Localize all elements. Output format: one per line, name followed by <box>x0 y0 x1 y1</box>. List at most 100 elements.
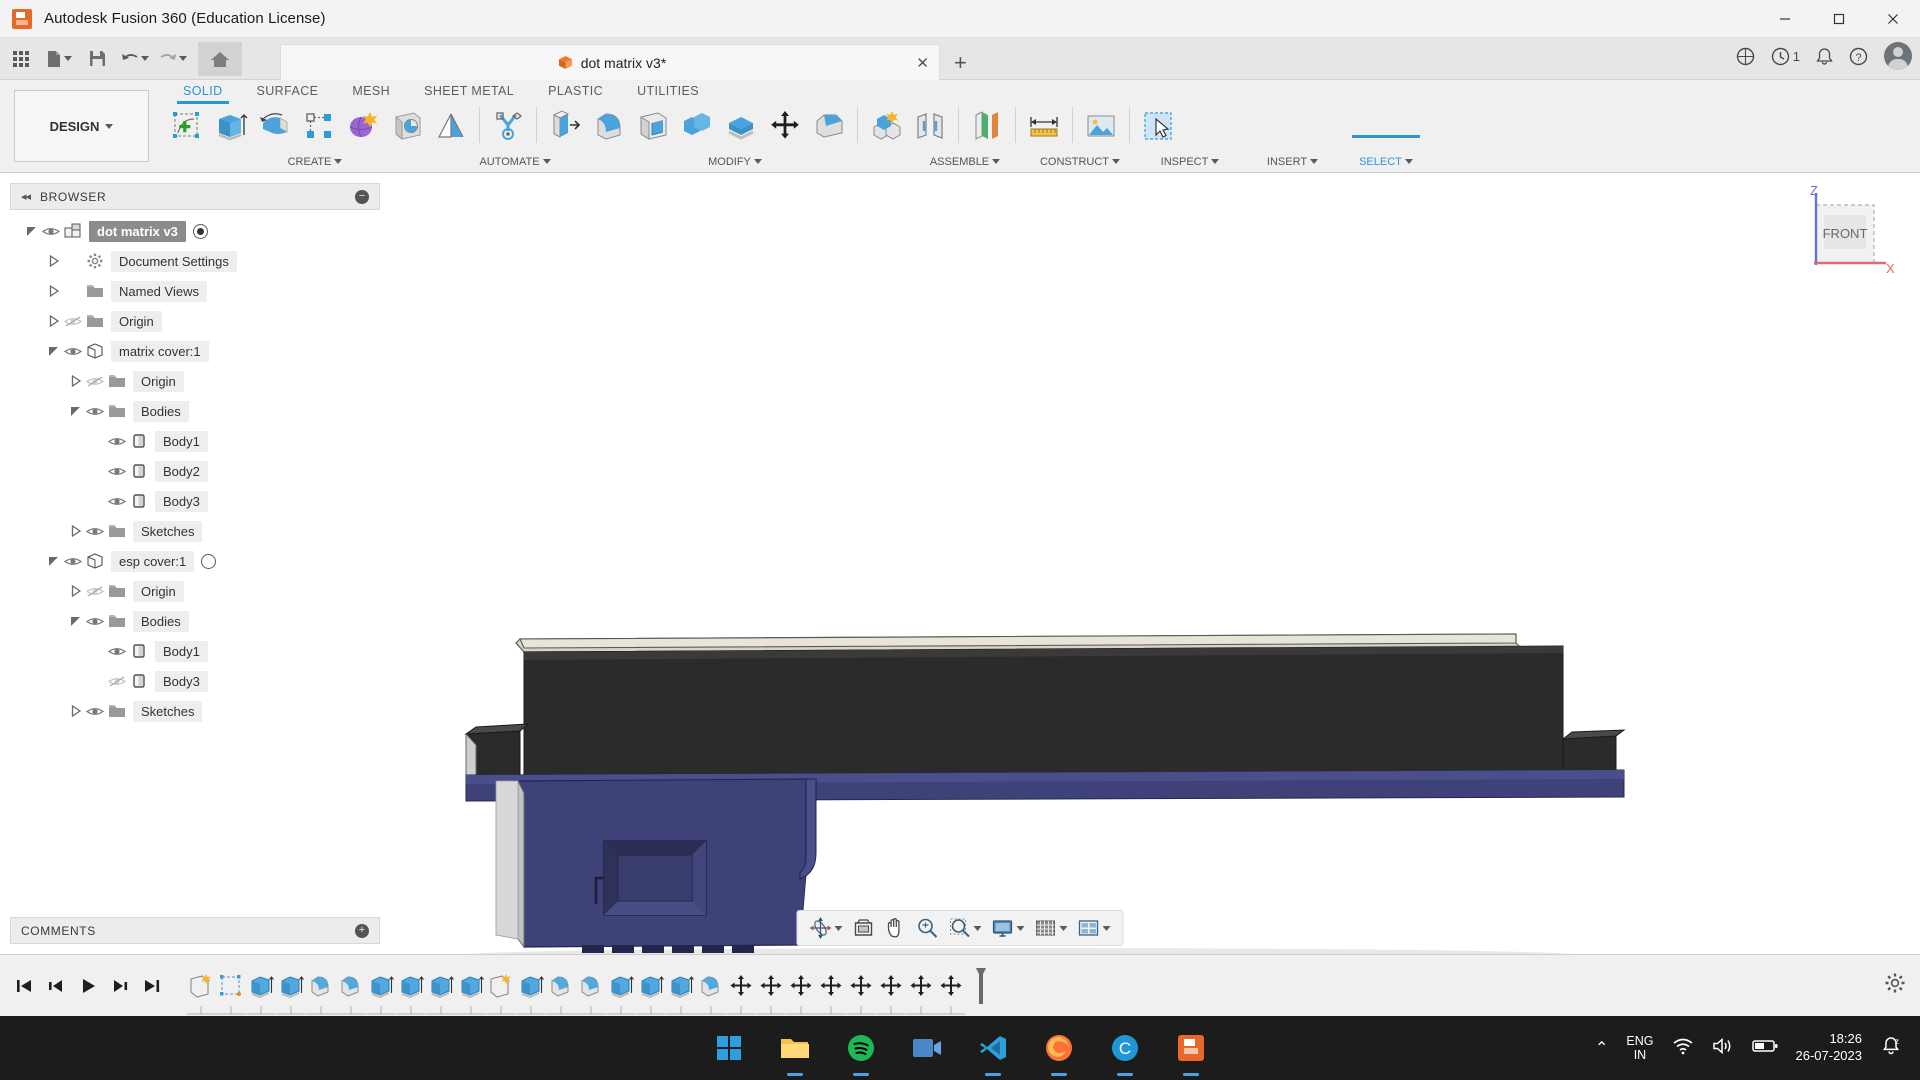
tree-item-origin[interactable]: Origin <box>10 366 380 396</box>
twisty-expanded-icon[interactable] <box>46 343 62 359</box>
timeline-feature-move[interactable] <box>876 966 906 1006</box>
timeline-features[interactable] <box>186 966 996 1006</box>
timeline-feature-extrude[interactable] <box>396 966 426 1006</box>
fusion360-icon[interactable] <box>1171 1028 1211 1068</box>
panel-label-construct[interactable]: CONSTRUCT <box>1025 156 1135 168</box>
eye-visible-icon[interactable] <box>106 493 128 509</box>
twisty-collapsed-icon[interactable] <box>68 703 84 719</box>
chevron-down-icon[interactable] <box>1060 926 1068 931</box>
automate-icon[interactable] <box>486 104 530 148</box>
panel-label-automate[interactable]: AUTOMATE <box>465 156 565 168</box>
chevron-down-icon[interactable] <box>64 56 72 61</box>
select-icon[interactable] <box>1136 104 1180 148</box>
tree-item-body2[interactable]: Body2 <box>10 456 380 486</box>
add-tab-button[interactable]: + <box>954 50 967 76</box>
tab-sheet-metal[interactable]: SHEET METAL <box>424 84 514 101</box>
revolve-icon[interactable] <box>253 104 297 148</box>
eye-visible-icon[interactable] <box>62 553 84 569</box>
avatar[interactable] <box>1884 42 1912 70</box>
timeline-feature-extrude[interactable] <box>606 966 636 1006</box>
eye-hidden-icon[interactable] <box>62 313 84 329</box>
create-base-feature-icon[interactable] <box>385 104 429 148</box>
extrude-icon[interactable] <box>209 104 253 148</box>
timeline-feature-move[interactable] <box>846 966 876 1006</box>
eye-visible-icon[interactable] <box>106 643 128 659</box>
tree-item-sketches[interactable]: Sketches <box>10 696 380 726</box>
twisty-collapsed-icon[interactable] <box>68 523 84 539</box>
tab-utilities[interactable]: UTILITIES <box>637 84 699 101</box>
spotify-icon[interactable] <box>841 1028 881 1068</box>
chevron-down-icon[interactable] <box>1017 926 1025 931</box>
maximize-button[interactable] <box>1812 0 1866 38</box>
tree-item-matrix-cover-1[interactable]: matrix cover:1 <box>10 336 380 366</box>
job-status-icon[interactable]: 1 <box>1771 47 1800 66</box>
step-back-icon[interactable] <box>40 966 72 1006</box>
eye-visible-icon[interactable] <box>84 703 106 719</box>
eye-hidden-icon[interactable] <box>84 583 106 599</box>
tree-item-document-settings[interactable]: Document Settings <box>10 246 380 276</box>
timeline-feature-extrude[interactable] <box>516 966 546 1006</box>
timeline-feature-extrude[interactable] <box>426 966 456 1006</box>
go-to-end-icon[interactable] <box>136 966 168 1006</box>
timeline-feature-fillet[interactable] <box>336 966 366 1006</box>
twisty-collapsed-icon[interactable] <box>46 283 62 299</box>
step-forward-icon[interactable] <box>104 966 136 1006</box>
go-to-start-icon[interactable] <box>8 966 40 1006</box>
twisty-collapsed-icon[interactable] <box>46 313 62 329</box>
viewport-canvas[interactable]: ◂◂ BROWSER − dot matrix v3Document Setti… <box>0 173 1920 954</box>
document-tab[interactable]: dot matrix v3* ✕ <box>280 44 940 80</box>
volume-icon[interactable] <box>1712 1037 1734 1060</box>
display-settings-icon[interactable] <box>988 913 1029 943</box>
timeline-feature-move[interactable] <box>906 966 936 1006</box>
extension-icon[interactable] <box>1736 47 1755 66</box>
chevron-down-icon[interactable] <box>974 926 982 931</box>
tree-item-origin[interactable]: Origin <box>10 576 380 606</box>
timeline-feature-extrude[interactable] <box>246 966 276 1006</box>
timeline-feature-sketch[interactable] <box>216 966 246 1006</box>
panel-label-modify[interactable]: MODIFY <box>565 156 905 168</box>
collapse-left-icon[interactable]: ◂◂ <box>21 190 30 203</box>
timeline-end-marker[interactable] <box>966 966 996 1006</box>
tab-surface[interactable]: SURFACE <box>257 84 319 101</box>
eye-visible-icon[interactable] <box>40 223 62 239</box>
tray-expand-chevron-icon[interactable]: ⌃ <box>1595 1038 1608 1058</box>
notification-bell-icon[interactable]: z <box>1880 1035 1902 1062</box>
timeline-feature-sketch-new[interactable] <box>186 966 216 1006</box>
twisty-collapsed-icon[interactable] <box>46 253 62 269</box>
clock[interactable]: 18:2626-07-2023 <box>1796 1031 1863 1065</box>
tree-item-esp-cover-1[interactable]: esp cover:1 <box>10 546 380 576</box>
panel-label-select[interactable]: SELECT <box>1340 156 1432 168</box>
timeline-feature-extrude[interactable] <box>276 966 306 1006</box>
tab-mesh[interactable]: MESH <box>352 84 390 101</box>
measure-icon[interactable] <box>1022 104 1066 148</box>
press-pull-icon[interactable] <box>543 104 587 148</box>
look-at-icon[interactable] <box>849 913 879 943</box>
panel-label-inspect[interactable]: INSPECT <box>1135 156 1245 168</box>
tree-item-body1[interactable]: Body1 <box>10 426 380 456</box>
vscode-icon[interactable] <box>973 1028 1013 1068</box>
panel-label-assemble[interactable]: ASSEMBLE <box>905 156 1025 168</box>
timeline-feature-fillet[interactable] <box>576 966 606 1006</box>
eye-hidden-icon[interactable] <box>106 673 128 689</box>
orbit-icon[interactable] <box>806 913 847 943</box>
save-icon[interactable] <box>80 43 114 75</box>
zoom-icon[interactable] <box>913 913 943 943</box>
eye-visible-icon[interactable] <box>106 463 128 479</box>
timeline-feature-fillet[interactable] <box>696 966 726 1006</box>
tree-item-bodies[interactable]: Bodies <box>10 396 380 426</box>
twisty-collapsed-icon[interactable] <box>68 373 84 389</box>
tree-item-body3[interactable]: Body3 <box>10 666 380 696</box>
tree-item-body1[interactable]: Body1 <box>10 636 380 666</box>
c-app-icon[interactable]: C <box>1105 1028 1145 1068</box>
twisty-expanded-icon[interactable] <box>68 403 84 419</box>
rectangular-pattern-icon[interactable] <box>297 104 341 148</box>
chevron-down-icon[interactable] <box>1103 926 1111 931</box>
timeline-feature-sketch-new[interactable] <box>486 966 516 1006</box>
play-icon[interactable] <box>72 966 104 1006</box>
timeline-feature-fillet[interactable] <box>546 966 576 1006</box>
viewports-icon[interactable] <box>1074 913 1115 943</box>
timeline-feature-extrude[interactable] <box>666 966 696 1006</box>
tree-item-sketches[interactable]: Sketches <box>10 516 380 546</box>
timeline-feature-move[interactable] <box>786 966 816 1006</box>
twisty-expanded-icon[interactable] <box>46 553 62 569</box>
